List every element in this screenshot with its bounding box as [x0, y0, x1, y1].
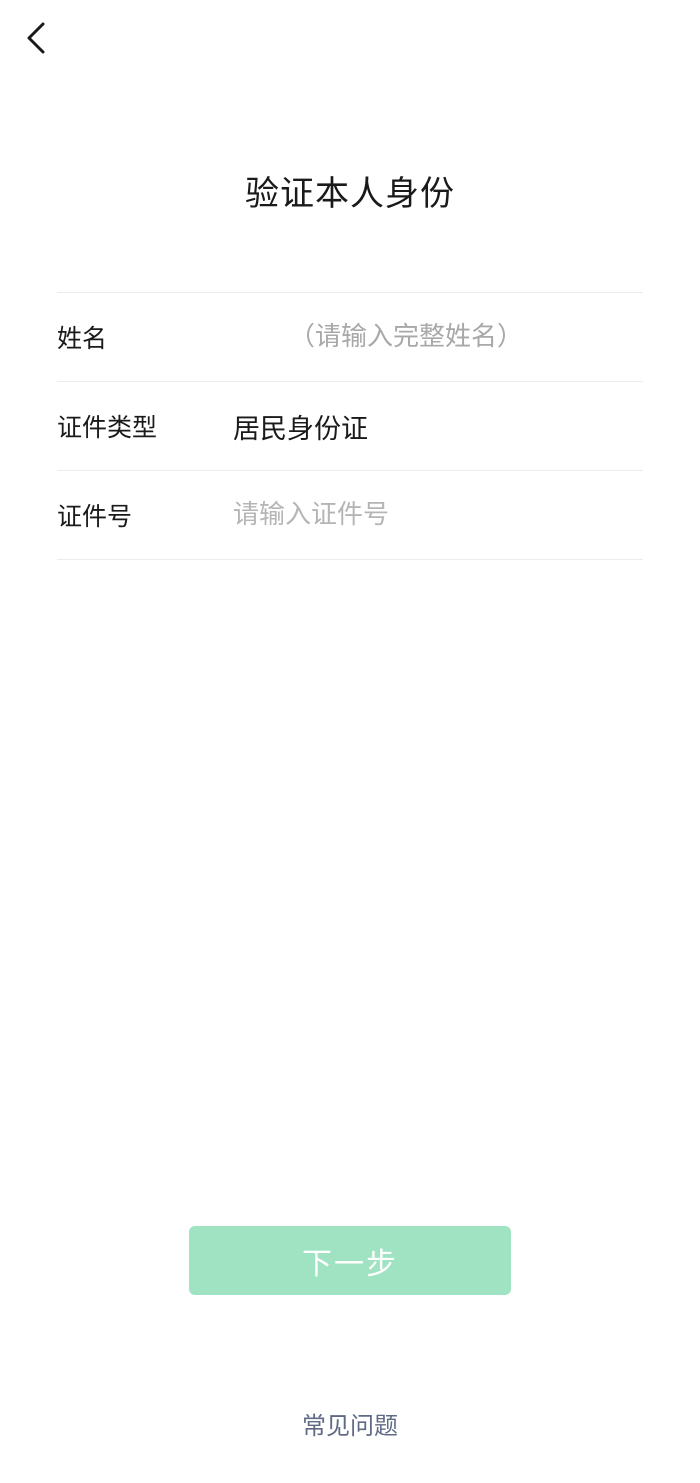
name-row: 姓名 — [57, 293, 643, 381]
name-label: 姓名 — [57, 324, 108, 353]
next-step-button[interactable]: 下一步 — [189, 1226, 511, 1295]
page-title: 验证本人身份 — [245, 174, 455, 214]
id-type-row[interactable]: 证件类型 居民身份证 — [57, 382, 643, 470]
name-input[interactable] — [289, 312, 629, 362]
verification-form: 姓名 证件类型 居民身份证 证件号 — [57, 292, 643, 560]
faq-link[interactable]: 常见问题 — [0, 1406, 700, 1441]
chevron-left-icon — [27, 22, 45, 54]
id-type-label: 证件类型 — [57, 413, 158, 442]
id-number-row: 证件号 — [57, 471, 643, 559]
back-button[interactable] — [14, 14, 58, 62]
identity-verification-page: 验证本人身份 姓名 证件类型 居民身份证 证件号 下一步 常见问题 — [0, 0, 700, 1483]
id-number-label: 证件号 — [57, 502, 133, 531]
divider — [57, 559, 643, 560]
id-type-value[interactable]: 居民身份证 — [233, 407, 368, 446]
id-number-input[interactable] — [233, 490, 633, 540]
